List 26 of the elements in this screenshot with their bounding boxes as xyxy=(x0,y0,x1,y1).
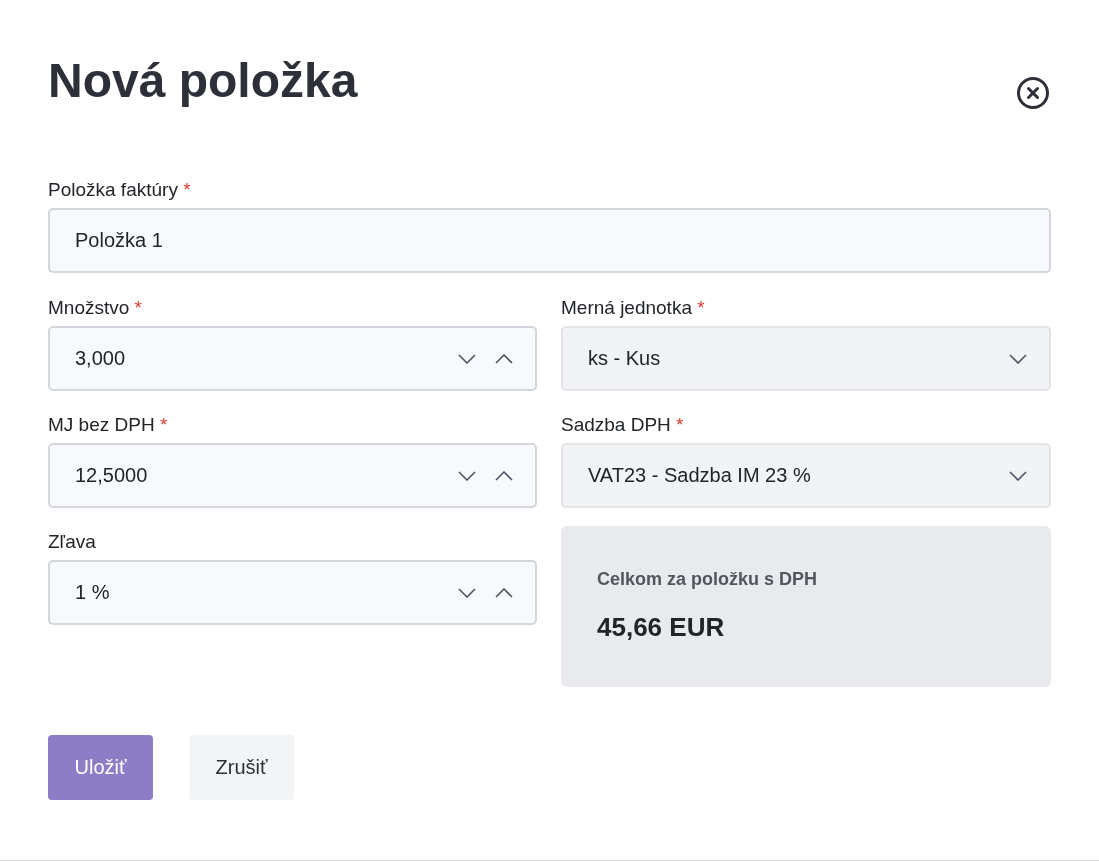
select-field[interactable]: VAT23 - Sadzba IM 23 % xyxy=(561,443,1051,508)
field-label: Množstvo * xyxy=(48,296,143,320)
chevron-down-icon[interactable] xyxy=(458,587,476,598)
chevron-up-icon[interactable] xyxy=(495,587,513,598)
number-field[interactable]: 1 % xyxy=(48,560,537,625)
text-field[interactable]: Položka 1 xyxy=(48,208,1051,273)
dialog-title: Nová položka xyxy=(48,53,358,109)
chevron-up-icon[interactable] xyxy=(495,353,513,364)
number-field[interactable]: 3,000 xyxy=(48,326,537,391)
field-label: Zľava xyxy=(48,530,97,554)
field-label: Sadzba DPH * xyxy=(561,413,685,437)
select-field[interactable]: ks - Kus xyxy=(561,326,1051,391)
save-button[interactable]: Uložiť xyxy=(48,735,153,800)
chevron-down-icon xyxy=(1009,353,1027,364)
close-icon[interactable] xyxy=(1017,77,1049,109)
total-label: Celkom za položku s DPH xyxy=(597,568,819,591)
number-field[interactable]: 12,5000 xyxy=(48,443,537,508)
field-label: Merná jednotka * xyxy=(561,296,706,320)
field-label: Položka faktúry * xyxy=(48,178,192,202)
total-value: 45,66 EUR xyxy=(597,611,726,643)
chevron-up-icon[interactable] xyxy=(495,470,513,481)
cancel-button[interactable]: Zrušiť xyxy=(189,735,294,800)
field-label: MJ bez DPH * xyxy=(48,413,169,437)
chevron-down-icon[interactable] xyxy=(458,353,476,364)
chevron-down-icon[interactable] xyxy=(458,470,476,481)
chevron-down-icon xyxy=(1009,470,1027,481)
